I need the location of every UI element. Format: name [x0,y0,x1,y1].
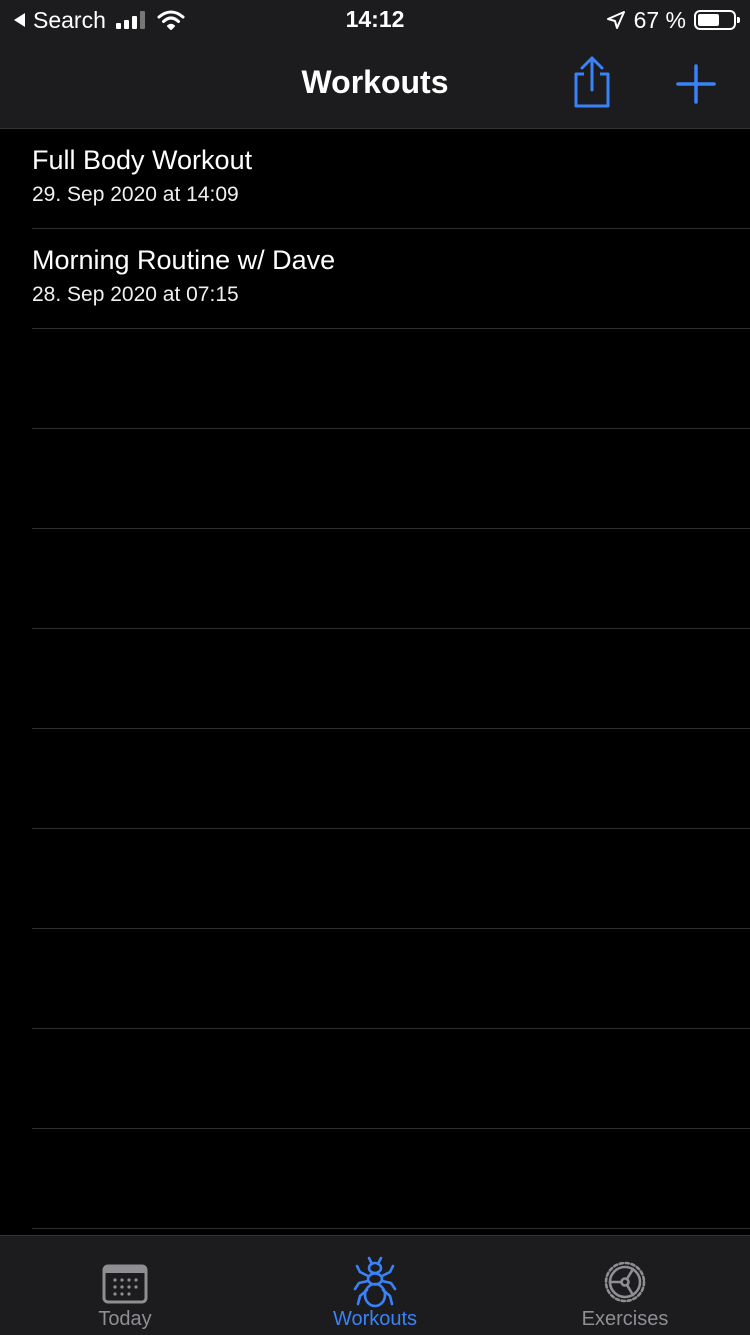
gear-icon [604,1261,646,1303]
calendar-icon [102,1264,148,1304]
battery-percentage: 67 % [633,6,686,33]
battery-icon [694,10,740,30]
tab-label-today: Today [98,1308,152,1330]
tab-label-exercises: Exercises [581,1308,669,1330]
empty-row [0,1129,750,1229]
empty-row [0,329,750,429]
empty-row [0,1029,750,1129]
tab-today[interactable]: Today [0,1236,250,1335]
empty-row [0,629,750,729]
plus-icon[interactable] [672,60,720,108]
empty-row [0,829,750,929]
empty-row [0,429,750,529]
status-bar: Search 14:12 67 % [0,0,750,40]
workout-date: 28. Sep 2020 at 07:15 [32,283,239,306]
battery-nub [737,17,740,23]
tab-label-workouts: Workouts [332,1308,418,1330]
empty-row [0,729,750,829]
tab-workouts[interactable]: Workouts [250,1236,500,1335]
page-title: Workouts [301,64,449,100]
workout-date: 29. Sep 2020 at 14:09 [32,183,239,206]
workout-list: Full Body Workout 29. Sep 2020 at 14:09 … [0,129,750,1229]
workout-title: Morning Routine w/ Dave [32,245,336,275]
row-separator [32,1228,750,1229]
status-right: 67 % [606,6,740,34]
ant-icon [353,1256,397,1308]
empty-row [0,529,750,629]
workout-row[interactable]: Morning Routine w/ Dave 28. Sep 2020 at … [0,229,750,329]
battery-fill [698,14,720,26]
tab-exercises[interactable]: Exercises [500,1236,750,1335]
empty-row [0,929,750,1029]
tab-bar: Today Workouts Exercises [0,1235,750,1335]
navigation-bar: Workouts [0,40,750,129]
workout-row[interactable]: Full Body Workout 29. Sep 2020 at 14:09 [0,129,750,229]
workout-title: Full Body Workout [32,145,253,175]
share-icon[interactable] [568,54,616,110]
location-arrow-icon [606,11,625,29]
